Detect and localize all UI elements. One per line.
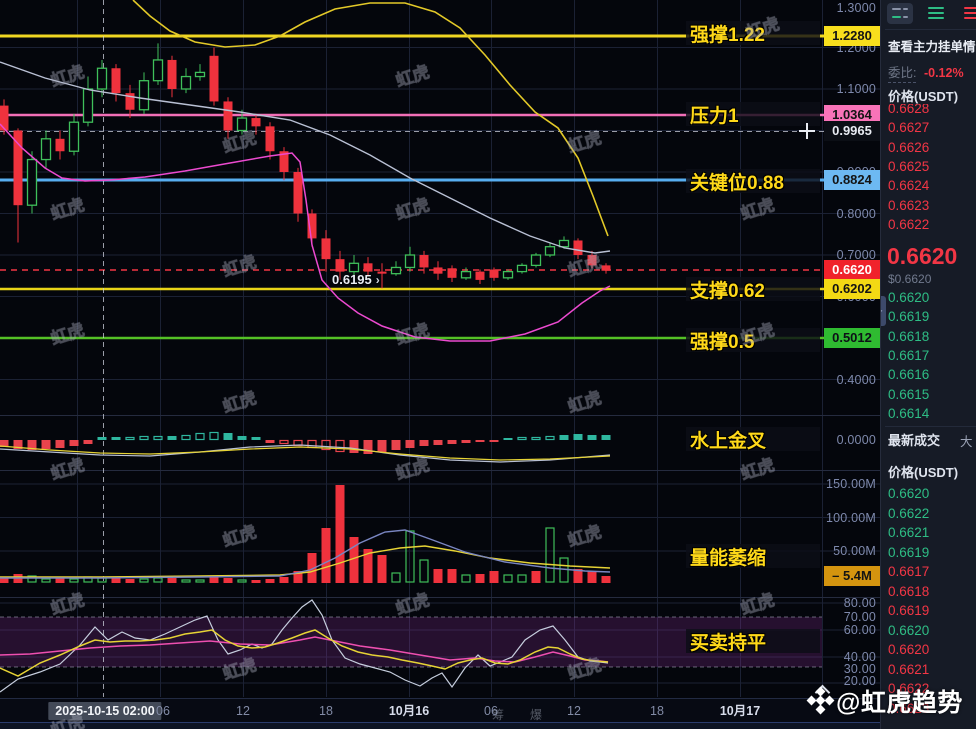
annotation-text: 关键位0.88 <box>690 172 784 194</box>
bottom-strip <box>0 722 880 729</box>
ratio-label: 委比: <box>888 66 917 83</box>
price-axis-label: 1.3000 <box>836 1 876 15</box>
commission-ratio: 委比: -0.12% <box>888 62 964 83</box>
trade-row[interactable]: 0.6618 <box>888 584 929 600</box>
kdj-axis-label: 80.00 <box>843 596 876 610</box>
ask-row[interactable]: 0.6626 <box>888 140 929 156</box>
ask-row[interactable]: 0.6623 <box>888 198 929 214</box>
trade-row[interactable]: 0.6617 <box>888 564 929 580</box>
macd-axis-label: 0.0000 <box>836 433 876 447</box>
annotation-text: 压力1 <box>690 105 739 127</box>
crosshair-plus-icon <box>799 123 815 139</box>
trade-row[interactable]: 0.6619 <box>888 545 929 561</box>
trades-price-header: 价格(USDT) <box>888 465 959 480</box>
recent-trades-header: 最新成交 <box>888 433 941 448</box>
chart-area[interactable]: 1.30001.20001.10000.90000.80000.70000.60… <box>0 0 880 729</box>
ask-row[interactable]: 0.6627 <box>888 120 929 136</box>
kdj-axis-label: 60.00 <box>843 623 876 637</box>
time-axis[interactable]: 2025-10-15 02:00 06 12 18 10月16 06 12 18 10月17 <box>0 698 880 723</box>
price-tag-support-062: 0.6202 <box>824 279 880 299</box>
view-main-orders-link[interactable]: 查看主力挂单情 <box>888 36 976 55</box>
annotation-text: 买卖持平 <box>690 632 767 654</box>
bid-row[interactable]: 0.6616 <box>888 367 929 383</box>
time-tick-label[interactable]: 06 <box>156 702 170 720</box>
ask-row[interactable]: 0.6624 <box>888 178 929 194</box>
annotation-量能萎缩: 量能萎缩 <box>686 544 820 569</box>
time-tick-label[interactable]: 10月16 <box>389 702 429 720</box>
last-price[interactable]: 0.6620 <box>887 243 957 270</box>
crosshair-time-label[interactable]: 2025-10-15 02:00 <box>48 702 162 720</box>
bid-row[interactable]: 0.6619 <box>888 309 929 325</box>
time-tick-label[interactable]: 10月17 <box>720 702 760 720</box>
volume-axis-label: 150.00M <box>825 477 876 491</box>
volume-axis-label: 100.00M <box>825 510 876 525</box>
ask-row[interactable]: 0.6622 <box>888 217 929 233</box>
annotation-text: 量能萎缩 <box>690 547 767 569</box>
bid-row[interactable]: 0.6618 <box>888 329 929 345</box>
bid-row[interactable]: 0.6617 <box>888 348 929 364</box>
annotation-text: 水上金叉 <box>690 430 767 452</box>
bid-row[interactable]: 0.6614 <box>888 406 929 422</box>
annotation-text: 支撑0.62 <box>690 280 765 302</box>
price-column-header: 价格(USDT) <box>888 89 959 104</box>
divider <box>885 426 976 427</box>
trade-row[interactable]: 0.6621 <box>888 662 929 678</box>
divider <box>885 29 976 30</box>
annotation-text: 强撑1.22 <box>690 24 765 46</box>
trade-row[interactable]: 0.6620 <box>888 486 929 502</box>
annotation-水上金叉: 水上金叉 <box>686 427 820 452</box>
sidebar-collapse-handle[interactable]: ▶ <box>881 296 886 326</box>
volume-value-tag: – 5.4M <box>824 566 880 586</box>
asks-list: 0.6628 0.6627 0.6626 0.6625 0.6624 0.6623 0.66… <box>881 104 976 234</box>
annotation-关键位0.88: 关键位0.88 <box>686 169 820 194</box>
price-axis-label: 1.1000 <box>836 82 876 96</box>
time-tick-label[interactable]: 12 <box>567 702 581 720</box>
channel-logo: @虹虎趋势 <box>806 684 976 718</box>
trade-row[interactable]: 0.6620 <box>888 623 929 639</box>
last-price-usd: $0.6620 <box>888 272 932 286</box>
diamond-logo-icon <box>806 686 836 716</box>
time-tick-label[interactable]: 18 <box>319 702 333 720</box>
bids-list: 0.6620 0.6619 0.6618 0.6617 0.6616 0.6615 0.66… <box>881 288 976 424</box>
footer-mark: 筹 <box>492 708 505 722</box>
orderbook-view-both-icon[interactable] <box>887 3 913 24</box>
price-tag-support-strong-05: 0.5012 <box>824 328 880 348</box>
trade-row[interactable]: 0.6621 <box>888 525 929 541</box>
annotation-text: 强撑0.5 <box>690 331 755 353</box>
annotation-强撑1.22: 强撑1.22 <box>686 21 820 46</box>
volume-axis-label: 50.00M <box>833 544 876 558</box>
price-axis-label: 0.8000 <box>836 206 876 221</box>
time-tick-label[interactable]: 12 <box>236 702 250 720</box>
ratio-value: -0.12% <box>923 66 964 80</box>
note-arrow-icon: › <box>375 273 380 287</box>
ask-row[interactable]: 0.6628 <box>888 104 929 117</box>
ask-row[interactable]: 0.6625 <box>888 159 929 175</box>
low-price-note: 0.6195 › <box>332 272 380 287</box>
bid-row[interactable]: 0.6620 <box>888 290 929 306</box>
price-tag-key-level-088: 0.8824 <box>824 170 880 190</box>
time-tick-label[interactable]: 18 <box>650 702 664 720</box>
trade-row[interactable]: 0.6620 <box>888 642 929 658</box>
annotation-买卖持平: 买卖持平 <box>686 629 820 654</box>
bid-row[interactable]: 0.6615 <box>888 387 929 403</box>
trade-row[interactable]: 0.6622 <box>888 506 929 522</box>
price-tag-resistance-strong-122: 1.2280 <box>824 26 880 46</box>
annotation-支撑0.62: 支撑0.62 <box>686 277 820 302</box>
kdj-axis-label: 70.00 <box>843 610 876 624</box>
crosshair-price-tag: 0.9965 <box>824 121 880 141</box>
price-tag-current-price: 0.6620 <box>824 260 880 280</box>
truncated-tab-label[interactable]: 大 <box>960 431 976 450</box>
price-axis-label: 0.4000 <box>836 372 876 387</box>
trading-app: 1.30001.20001.10000.90000.80000.70000.60… <box>0 0 976 729</box>
trade-row[interactable]: 0.6619 <box>888 603 929 619</box>
annotation-强撑0.5: 强撑0.5 <box>686 328 820 353</box>
channel-handle: @虹虎趋势 <box>836 689 963 717</box>
orderbook-view-buy-icon[interactable] <box>923 3 949 24</box>
orderbook-view-sell-icon[interactable] <box>959 3 976 24</box>
footer-mark: 爆 <box>530 708 543 722</box>
orderbook-sidebar: 查看主力挂单情 委比: -0.12% 价格(USDT) 0.6628 0.6627… <box>880 0 976 729</box>
